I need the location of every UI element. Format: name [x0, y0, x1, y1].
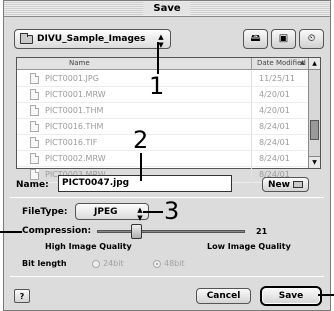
document-icon: [30, 121, 39, 132]
scroll-down-arrow-icon[interactable]: ▼: [309, 156, 320, 168]
list-header: Name Date Modified ▲: [17, 58, 309, 70]
file-name: PICT0001.THM: [45, 106, 104, 115]
document-icon: [30, 169, 39, 180]
clock-icon: ⏲: [307, 33, 316, 44]
file-name: PICT0002.MRW: [45, 154, 106, 163]
save-button[interactable]: Save: [260, 286, 322, 306]
scroll-up-arrow-icon[interactable]: ▲: [309, 58, 320, 70]
file-row[interactable]: PICT0002.MRW 8/24/01: [17, 151, 309, 167]
column-divider: [251, 151, 252, 167]
column-divider: [251, 87, 252, 103]
name-label: Name:: [16, 180, 49, 190]
divider: [10, 276, 324, 277]
document-icon: [30, 137, 39, 148]
scroll-thumb[interactable]: [310, 120, 319, 140]
folder-icon: [292, 181, 303, 188]
callout-3-line: [143, 211, 163, 213]
folder-name: DIVU_Sample_Images: [37, 34, 146, 44]
radio-24bit-label: 24bit: [103, 259, 124, 268]
compression-slider-thumb[interactable]: [131, 224, 143, 239]
column-divider: [251, 135, 252, 151]
column-divider: [251, 119, 252, 135]
help-button[interactable]: ?: [14, 289, 30, 303]
callout-1: 1: [149, 72, 165, 100]
column-divider: [251, 58, 252, 70]
low-quality-label: Low Image Quality: [207, 242, 291, 251]
document-icon: [30, 89, 39, 100]
compression-label: Compression:: [22, 226, 92, 236]
column-name-header[interactable]: Name: [69, 59, 90, 67]
file-name: PICT0001.MRW: [45, 90, 106, 99]
callout-3: 3: [164, 197, 180, 225]
callout-1-line: [157, 42, 159, 74]
file-date: 8/24/01: [259, 138, 290, 147]
callout-2-line: [140, 153, 142, 181]
radio-48bit[interactable]: [153, 260, 161, 268]
file-row[interactable]: PICT0016.THM 8/24/01: [17, 119, 309, 135]
folder-popup[interactable]: DIVU_Sample_Images ▲▼: [14, 29, 171, 49]
filetype-popup[interactable]: JPEG ▲▼: [75, 203, 149, 222]
file-date: 8/24/01: [259, 122, 290, 131]
filename-input[interactable]: PICT0047.jpg: [58, 175, 232, 192]
title-bar[interactable]: Save: [4, 1, 330, 17]
sort-direction-icon[interactable]: ▲: [300, 59, 305, 66]
callout-compression-line: [0, 231, 22, 233]
folder-icon: [20, 33, 33, 44]
drive-icon: 🖴: [250, 33, 261, 44]
new-folder-button[interactable]: New: [262, 177, 309, 192]
filetype-value: JPEG: [94, 207, 118, 217]
file-date: 4/20/01: [259, 90, 290, 99]
file-name: PICT0016.TIF: [45, 138, 98, 147]
help-icon: ?: [19, 291, 25, 301]
column-divider: [251, 167, 252, 183]
callout-save-line: [318, 294, 334, 296]
file-row[interactable]: PICT0016.TIF 8/24/01: [17, 135, 309, 151]
column-divider: [251, 71, 252, 87]
file-name: PICT0016.THM: [45, 122, 104, 131]
window-title: Save: [143, 2, 191, 15]
radio-24bit[interactable]: [92, 260, 100, 268]
bit-length-label: Bit length: [22, 259, 67, 268]
document-icon: [30, 105, 39, 116]
radio-48bit-label: 48bit: [164, 259, 185, 268]
filetype-label: FileType:: [22, 207, 68, 217]
file-row[interactable]: PICT0001.THM 4/20/01: [17, 103, 309, 119]
recent-button[interactable]: ⏲: [299, 29, 324, 49]
document-icon: [30, 153, 39, 164]
desktop-button[interactable]: 🖴: [243, 29, 268, 49]
file-date: 4/20/01: [259, 106, 290, 115]
compression-value: 21: [256, 227, 268, 236]
new-folder-label: New: [268, 179, 290, 190]
compression-slider-track[interactable]: [97, 230, 245, 233]
column-divider: [251, 103, 252, 119]
column-date-header[interactable]: Date Modified: [257, 59, 306, 67]
file-date: 8/24/01: [259, 154, 290, 163]
callout-2: 2: [133, 126, 149, 154]
scrollbar[interactable]: ▲ ▼: [308, 58, 320, 168]
file-list[interactable]: Name Date Modified ▲ PICT0001.JPG 11/25/1…: [16, 57, 321, 183]
shortcut-icon: ▣: [278, 33, 289, 44]
document-icon: [30, 73, 39, 84]
popup-arrows-icon: ▲▼: [136, 206, 144, 222]
file-name: PICT0001.JPG: [45, 74, 99, 83]
file-date: 11/25/11: [259, 74, 295, 83]
shortcuts-button[interactable]: ▣: [271, 29, 296, 49]
high-quality-label: High Image Quality: [45, 242, 132, 251]
cancel-button[interactable]: Cancel: [196, 288, 251, 304]
save-dialog: Save DIVU_Sample_Images ▲▼ 🖴 ▣ ⏲ Name Da…: [3, 0, 331, 311]
